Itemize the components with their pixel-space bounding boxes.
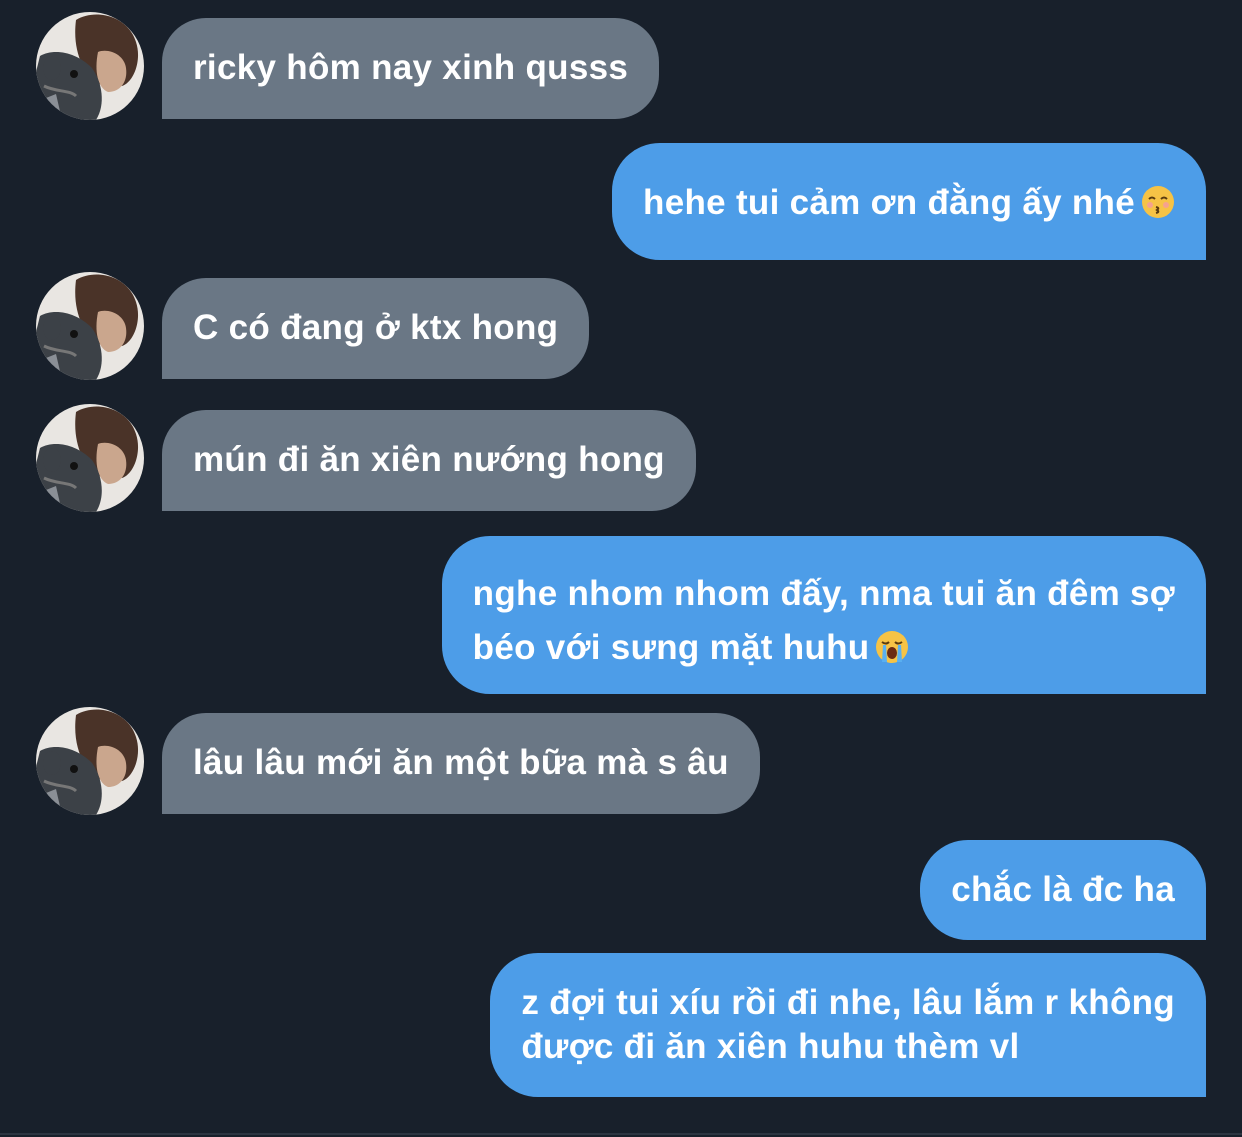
- kissing-face-closed-eyes-icon: [1141, 185, 1175, 219]
- avatar[interactable]: [36, 272, 144, 380]
- chat-thread: ricky hôm nay xinh qusss hehe tui cảm ơn…: [0, 0, 1242, 1137]
- message-text: z đợi tui xíu rồi đi nhe, lâu lắm r khôn…: [521, 983, 1175, 1022]
- message-text: được đi ăn xiên huhu thèm vl: [521, 1027, 1020, 1066]
- message-bubble-incoming[interactable]: lâu lâu mới ăn một bữa mà s âu: [162, 713, 760, 814]
- message-text: béo với sưng mặt huhu: [472, 628, 870, 667]
- message-bubble-outgoing[interactable]: chắc là đc ha: [920, 840, 1206, 940]
- message-bubble-outgoing[interactable]: z đợi tui xíu rồi đi nhe, lâu lắm r khôn…: [490, 953, 1206, 1097]
- avatar[interactable]: [36, 12, 144, 120]
- message-text: C có đang ở ktx hong: [193, 308, 559, 347]
- message-bubble-outgoing[interactable]: hehe tui cảm ơn đằng ấy nhé: [612, 143, 1206, 260]
- message-text: chắc là đc ha: [951, 870, 1175, 909]
- message-text: nghe nhom nhom đấy, nma tui ăn đêm sợ: [472, 574, 1175, 613]
- avatar[interactable]: [36, 404, 144, 512]
- message-bubble-incoming[interactable]: mún đi ăn xiên nướng hong: [162, 410, 696, 511]
- divider: [0, 1133, 1242, 1135]
- loudly-crying-face-icon: [875, 626, 909, 663]
- message-text: lâu lâu mới ăn một bữa mà s âu: [193, 743, 729, 782]
- message-bubble-incoming[interactable]: ricky hôm nay xinh qusss: [162, 18, 660, 119]
- avatar[interactable]: [36, 707, 144, 815]
- message-bubble-incoming[interactable]: C có đang ở ktx hong: [162, 278, 590, 379]
- message-text: ricky hôm nay xinh qusss: [193, 48, 629, 87]
- message-bubble-outgoing[interactable]: nghe nhom nhom đấy, nma tui ăn đêm sợ bé…: [441, 536, 1206, 694]
- message-text: mún đi ăn xiên nướng hong: [193, 440, 665, 479]
- message-text: hehe tui cảm ơn đằng ấy nhé: [643, 183, 1135, 222]
